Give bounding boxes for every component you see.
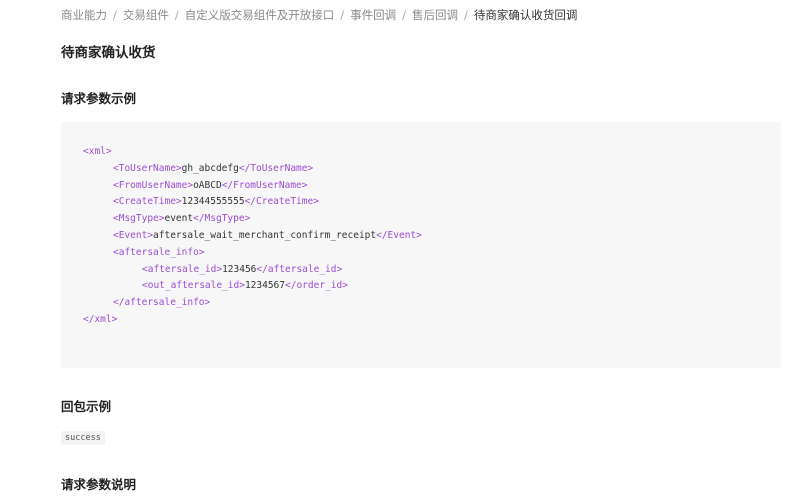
code-tag: </aftersale_info> <box>113 297 211 309</box>
code-line: <MsgType>event</MsgType> <box>83 211 781 228</box>
code-tag: </MsgType> <box>193 213 251 225</box>
breadcrumb-item-event-callback[interactable]: 事件回调 <box>350 8 396 22</box>
code-tag: <out_aftersale_id> <box>142 280 245 292</box>
section-title-request-params: 请求参数说明 <box>61 477 137 492</box>
code-tag: <aftersale_id> <box>142 263 223 275</box>
code-tag: </Event> <box>376 229 422 241</box>
code-line: <out_aftersale_id>1234567</order_id> <box>83 278 781 295</box>
code-tag: <xml> <box>83 146 112 157</box>
code-tag: <Event> <box>113 229 154 241</box>
breadcrumb-item-trade-component[interactable]: 交易组件 <box>123 8 169 22</box>
code-line: <FromUserName>oABCD</FromUserName> <box>83 178 781 195</box>
code-line: </aftersale_info> <box>83 295 781 312</box>
code-tag: </CreateTime> <box>244 196 319 208</box>
code-line: <xml> <box>83 144 781 161</box>
section-title-response-example: 回包示例 <box>61 399 112 414</box>
code-line: <Event>aftersale_wait_merchant_confirm_r… <box>83 228 781 245</box>
code-tag: </ToUserName> <box>238 162 314 174</box>
code-value: event <box>164 213 194 225</box>
code-line: <CreateTime>12344555555</CreateTime> <box>83 194 781 211</box>
page-title: 待商家确认收货 <box>61 45 156 61</box>
code-tag: </xml> <box>83 313 118 325</box>
breadcrumb-item-business[interactable]: 商业能力 <box>61 8 107 22</box>
code-tag: </order_id> <box>285 280 348 292</box>
breadcrumb-separator: / <box>174 8 179 22</box>
code-value: 1234567 <box>244 280 285 292</box>
section-title-request-example: 请求参数示例 <box>61 91 137 106</box>
breadcrumb-item-current: 待商家确认收货回调 <box>473 8 578 22</box>
code-tag: <CreateTime> <box>113 196 182 208</box>
code-tag: <aftersale_info> <box>113 246 205 258</box>
code-tag: <ToUserName> <box>113 162 182 174</box>
doc-page: 商业能力 / 交易组件 / 自定义版交易组件及开放接口 / 事件回调 / 售后回调 / 待商家确认收… <box>0 0 789 496</box>
code-value: 12344555555 <box>181 196 245 208</box>
breadcrumb-separator: / <box>464 8 468 22</box>
breadcrumb-separator: / <box>340 8 345 22</box>
response-example-code: success <box>61 431 105 445</box>
code-line: <aftersale_id>123456</aftersale_id> <box>83 262 781 279</box>
breadcrumb-separator: / <box>402 8 406 22</box>
code-value: aftersale_wait_merchant_confirm_receipt <box>153 229 377 241</box>
code-line: <ToUserName>gh_abcdefg</ToUserName> <box>83 161 781 178</box>
code-value: 123456 <box>222 263 257 275</box>
breadcrumb: 商业能力 / 交易组件 / 自定义版交易组件及开放接口 / 事件回调 / 售后回调 / 待商家确认收… <box>61 7 577 23</box>
code-block-request-example: <xml> <ToUserName>gh_abcdefg</ToUserName… <box>61 122 781 368</box>
breadcrumb-item-custom-component[interactable]: 自定义版交易组件及开放接口 <box>185 8 335 22</box>
code-tag: </aftersale_id> <box>256 263 343 275</box>
code-value: gh_abcdefg <box>181 162 239 174</box>
code-line: <aftersale_info> <box>83 245 781 262</box>
code-line: </xml> <box>83 312 781 329</box>
code-value: oABCD <box>193 179 222 191</box>
breadcrumb-separator: / <box>113 8 117 22</box>
code-tag: <MsgType> <box>113 213 165 225</box>
code-tag: </FromUserName> <box>221 179 308 191</box>
breadcrumb-item-aftersale-callback[interactable]: 售后回调 <box>412 8 458 22</box>
code-tag: <FromUserName> <box>113 179 194 191</box>
